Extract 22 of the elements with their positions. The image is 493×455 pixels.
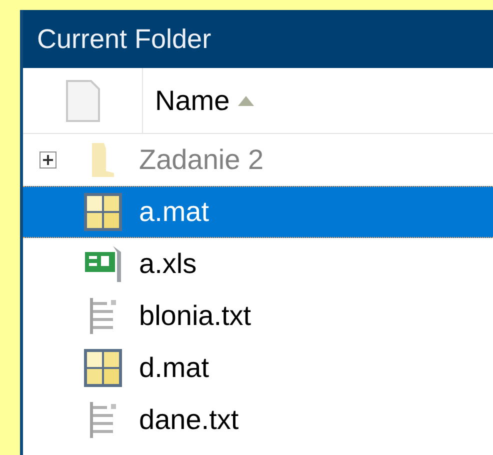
file-row[interactable]: blonia.txt [23,290,493,342]
document-icon [64,78,100,122]
file-name: a.xls [138,247,197,281]
grid-icon [83,192,123,232]
text-file-icon [87,296,119,336]
file-row[interactable]: a.mat [23,186,493,238]
file-name: blonia.txt [138,299,252,333]
file-row[interactable]: Zadanie 2 [23,134,493,186]
file-row[interactable]: a.xls [23,238,493,290]
expand-icon[interactable] [39,151,57,169]
file-row[interactable]: d.mat [23,342,493,394]
file-name: a.mat [138,195,210,229]
column-header[interactable]: Name [143,68,254,133]
file-name: d.mat [138,351,210,385]
folder-icon [90,141,116,179]
grid-icon [83,348,123,388]
panel-title: Current Folder [23,10,493,68]
file-name: dane.txt [138,403,239,437]
text-file-icon [87,400,119,440]
file-name: Zadanie 2 [138,143,264,177]
spreadsheet-icon [83,244,123,284]
file-row[interactable]: dane.txt [23,394,493,446]
